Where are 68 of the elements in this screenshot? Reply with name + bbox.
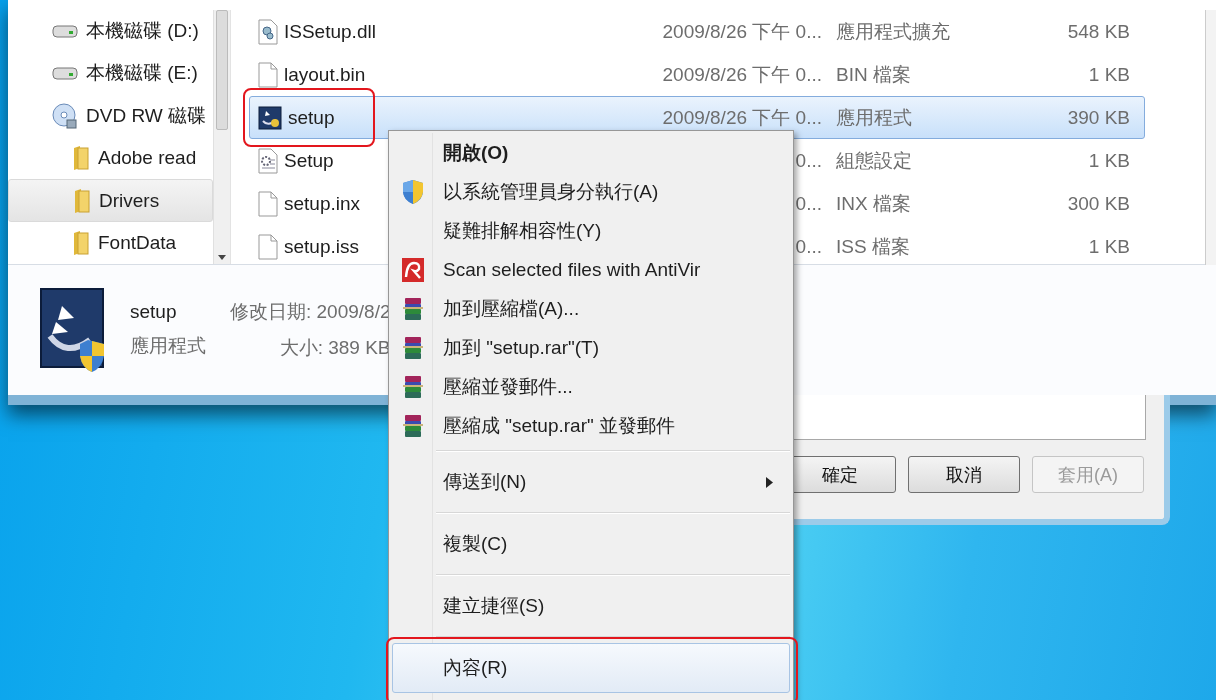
- drive-icon: [52, 24, 78, 39]
- menu-item[interactable]: 壓縮成 "setup.rar" 並發郵件: [392, 406, 790, 445]
- file-icon: [258, 233, 278, 260]
- file-date: 0...: [794, 192, 823, 215]
- folder-icon: [72, 145, 90, 172]
- file-size: 390 KB: [1066, 106, 1130, 129]
- disc-icon: [52, 102, 78, 129]
- file-type: 組態設定: [836, 148, 913, 173]
- menu-item[interactable]: 建立捷徑(S): [392, 581, 790, 631]
- file-size: 548 KB: [1066, 20, 1130, 43]
- folder-icon: [72, 229, 90, 256]
- nav-item[interactable]: Drivers: [8, 179, 213, 222]
- menu-item[interactable]: 加到 "setup.rar"(T): [392, 328, 790, 367]
- settings-file-icon: [258, 147, 278, 174]
- file-name: setup: [288, 106, 335, 129]
- menu-item[interactable]: 壓縮並發郵件...: [392, 367, 790, 406]
- file-icon: [258, 190, 278, 217]
- detail-size: 大小: 389 KB: [279, 336, 391, 360]
- menu-item[interactable]: Scan selected files with AntiVir: [392, 250, 790, 289]
- file-size: 1 KB: [1087, 235, 1130, 258]
- books-stack-icon: [402, 374, 424, 399]
- menu-item[interactable]: 加到壓縮檔(A)...: [392, 289, 790, 328]
- menu-item[interactable]: 以系統管理員身分執行(A): [392, 172, 790, 211]
- file-name: setup.iss: [284, 235, 359, 258]
- nav-item[interactable]: 本機磁碟 (D:): [8, 10, 213, 53]
- scrollbar[interactable]: [213, 10, 230, 264]
- shield-icon: [402, 178, 424, 205]
- submenu-arrow-icon: [766, 476, 773, 488]
- file-type: 應用程式: [836, 105, 913, 130]
- drive-icon: [52, 66, 78, 81]
- file-type: ISS 檔案: [836, 234, 911, 259]
- file-date: 2009/8/26 下午 0...: [661, 19, 823, 44]
- nav-item[interactable]: Adobe read: [8, 137, 213, 180]
- file-date: 0...: [794, 149, 823, 172]
- scroll-down-arrow-icon[interactable]: [218, 255, 226, 260]
- books-stack-icon: [402, 296, 424, 321]
- menu-item[interactable]: 疑難排解相容性(Y): [392, 211, 790, 250]
- file-name: layout.bin: [284, 63, 366, 86]
- installer-icon: [258, 105, 282, 130]
- file-name: ISSetup.dll: [284, 20, 376, 43]
- file-size: 1 KB: [1087, 63, 1130, 86]
- dll-file-icon: [258, 18, 278, 45]
- installer-icon: [40, 288, 106, 372]
- umbrella-logo-icon: [402, 257, 424, 282]
- menu-item[interactable]: 複製(C): [392, 519, 790, 569]
- folder-icon: [73, 187, 91, 214]
- books-stack-icon: [402, 413, 424, 438]
- file-size: 1 KB: [1087, 149, 1130, 172]
- nav-item[interactable]: FontData: [8, 221, 213, 265]
- detail-file-type: 應用程式: [130, 334, 206, 358]
- file-type: BIN 檔案: [836, 62, 912, 87]
- file-icon: [258, 61, 278, 88]
- file-type: INX 檔案: [836, 191, 912, 216]
- nav-item[interactable]: 本機磁碟 (E:): [8, 52, 213, 95]
- file-size: 300 KB: [1066, 192, 1130, 215]
- file-name: setup.inx: [284, 192, 361, 215]
- file-date: 2009/8/26 下午 0...: [661, 105, 823, 130]
- books-stack-icon: [402, 335, 424, 360]
- file-name: Setup: [284, 149, 334, 172]
- detail-file-name: setup: [130, 301, 178, 323]
- scrollbar[interactable]: [1205, 10, 1216, 265]
- dialog-button[interactable]: 取消: [908, 456, 1020, 493]
- nav-item[interactable]: DVD RW 磁碟: [8, 94, 213, 137]
- menu-item[interactable]: 內容(R): [392, 643, 790, 693]
- detail-modified: 修改日期: 2009/8/2: [230, 300, 391, 324]
- file-date: 0...: [794, 235, 823, 258]
- file-type: 應用程式擴充: [836, 19, 951, 44]
- file-date: 2009/8/26 下午 0...: [661, 62, 823, 87]
